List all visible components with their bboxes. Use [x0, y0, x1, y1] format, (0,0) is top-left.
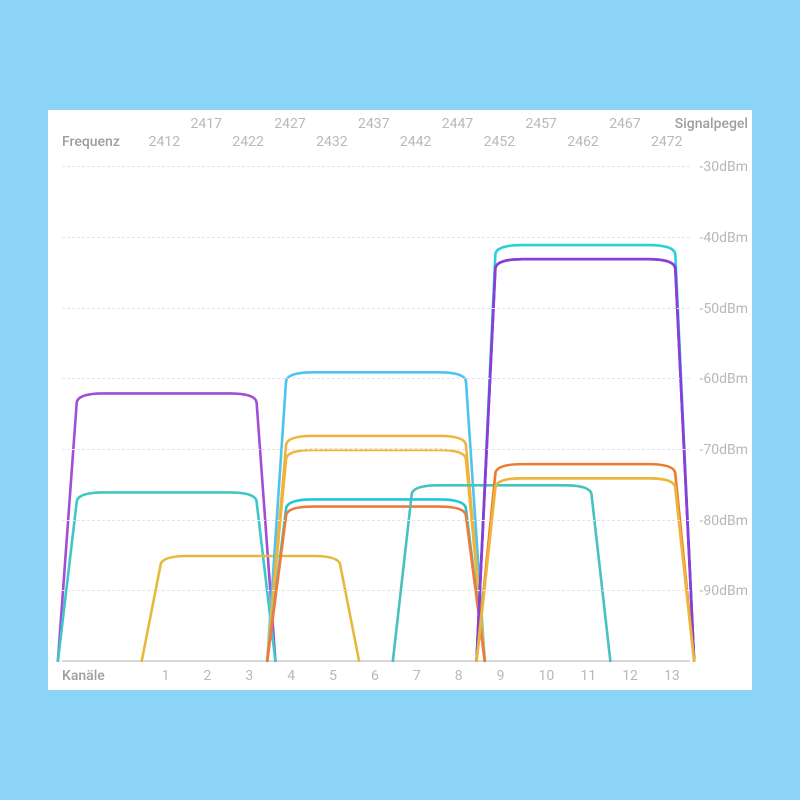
y-tick-label: -50dBm [699, 301, 748, 317]
frequency-tick-label: 2462 [567, 134, 598, 150]
y-tick-label: -80dBm [699, 513, 748, 529]
frequency-tick-label: 2447 [442, 116, 473, 132]
signal-curve-net-ch3-gold [142, 556, 360, 662]
channel-tick-label: 2 [204, 668, 212, 684]
frequency-tick-label: 2472 [651, 134, 682, 150]
y-tick-label: -90dBm [699, 583, 748, 599]
signal-curve-net-ch11-orange [476, 464, 694, 662]
channel-tick-label: 12 [622, 668, 638, 684]
channels-axis-title: Kanäle [62, 668, 105, 684]
frequency-tick-label: 2452 [484, 134, 515, 150]
channel-tick-label: 8 [455, 668, 463, 684]
frequency-tick-label: 2467 [609, 116, 640, 132]
y-tick-label: -70dBm [699, 442, 748, 458]
gridline [62, 237, 690, 238]
signal-curve-net-ch1-purple [58, 393, 276, 662]
channel-tick-label: 4 [287, 668, 295, 684]
channel-tick-label: 10 [538, 668, 554, 684]
gridline [62, 449, 690, 450]
signal-curves [62, 132, 690, 662]
signal-axis-title: Signalpegel [675, 116, 748, 132]
channel-tick-label: 7 [413, 668, 421, 684]
wifi-spectrum-chart: Frequenz Signalpegel Kanäle -30dBm-40dBm… [48, 110, 752, 690]
gridline [62, 590, 690, 591]
signal-curve-net-ch9-teal [393, 485, 611, 662]
signal-curve-net-ch11-lime [476, 478, 694, 662]
signal-curve-net-ch6-sky [267, 372, 485, 662]
signal-curve-net-ch6-cyan [267, 499, 485, 662]
frequency-tick-label: 2437 [358, 116, 389, 132]
channel-tick-label: 6 [371, 668, 379, 684]
frequency-tick-label: 2457 [525, 116, 556, 132]
frequency-tick-label: 2427 [274, 116, 305, 132]
channel-tick-label: 5 [329, 668, 337, 684]
channel-tick-label: 13 [664, 668, 680, 684]
signal-curve-net-ch6-orange [267, 507, 485, 662]
gridline [62, 378, 690, 379]
gridline [62, 520, 690, 521]
signal-curve-net-ch11-blue [476, 259, 694, 662]
signal-curve-net-ch11-amber [476, 478, 694, 662]
frequency-tick-label: 2412 [149, 134, 180, 150]
gridline [62, 308, 690, 309]
channel-tick-label: 1 [162, 668, 170, 684]
frequency-tick-label: 2442 [400, 134, 431, 150]
signal-curve-net-ch11-purple [476, 259, 694, 662]
channel-tick-label: 3 [245, 668, 253, 684]
y-tick-label: -60dBm [699, 371, 748, 387]
signal-curve-net-ch6-amber1 [267, 436, 485, 662]
y-tick-label: -30dBm [699, 159, 748, 175]
gridline [62, 166, 690, 167]
channel-tick-label: 11 [580, 668, 596, 684]
y-tick-label: -40dBm [699, 230, 748, 246]
frequency-tick-label: 2432 [316, 134, 347, 150]
channel-tick-label: 9 [497, 668, 505, 684]
signal-curve-net-ch1-teal [58, 492, 276, 662]
frequency-tick-label: 2417 [191, 116, 222, 132]
frequency-tick-label: 2422 [232, 134, 263, 150]
